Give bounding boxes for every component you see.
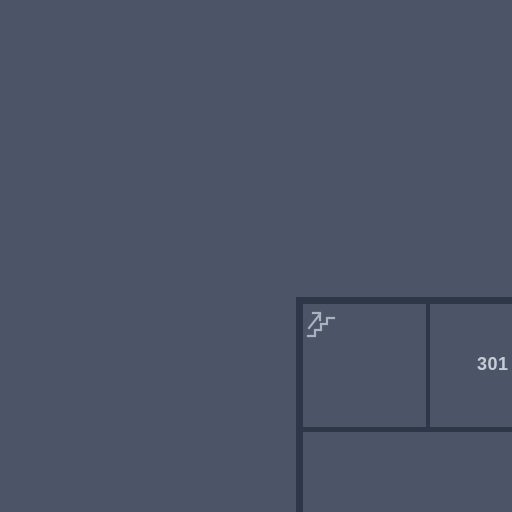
stairs-up-icon [306,311,336,338]
wall-top [296,297,512,304]
room-stairwell[interactable] [303,304,426,427]
room-label-301: 301 [477,354,509,374]
floor-plan-map[interactable]: 301 [0,0,512,512]
wall-left [296,297,303,512]
room-lower[interactable] [303,432,512,512]
room-301[interactable]: 301 [430,304,512,427]
